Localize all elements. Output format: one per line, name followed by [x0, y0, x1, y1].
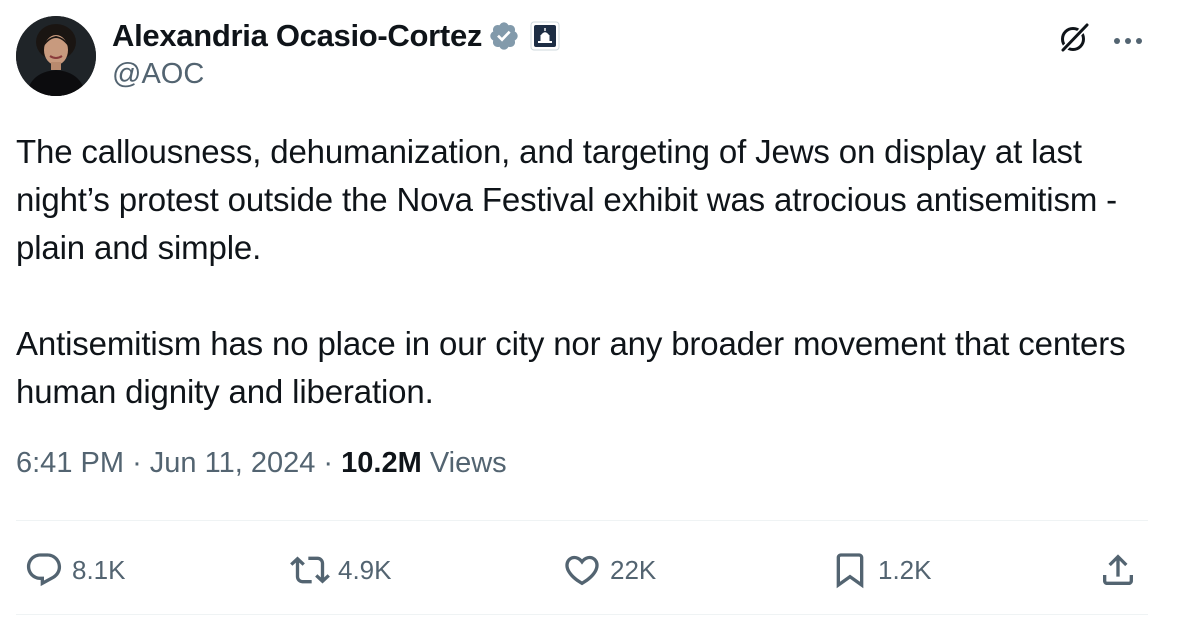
like-button[interactable]: 22K: [562, 548, 656, 592]
grok-icon[interactable]: [1056, 20, 1092, 56]
tweet-date[interactable]: Jun 11, 2024: [150, 447, 316, 479]
verified-badge-icon[interactable]: [488, 20, 520, 52]
tweet-text: The callousness, dehumanization, and tar…: [16, 128, 1156, 416]
author-handle[interactable]: @AOC: [112, 58, 204, 91]
views-count: 10.2M: [341, 447, 422, 479]
bookmark-icon: [836, 553, 864, 589]
share-button[interactable]: [1098, 548, 1138, 592]
capitol-affiliation-icon[interactable]: [530, 21, 560, 51]
author-name-row: Alexandria Ocasio-Cortez: [112, 14, 560, 58]
reply-count: 8.1K: [72, 554, 126, 585]
repost-button[interactable]: 4.9K: [290, 548, 392, 592]
tweet-paragraph: The callousness, dehumanization, and tar…: [16, 133, 1118, 266]
bookmark-button[interactable]: 1.2K: [830, 548, 932, 592]
tweet-time[interactable]: 6:41 PM: [16, 447, 124, 479]
views-label: Views: [429, 447, 507, 479]
reply-button[interactable]: 8.1K: [24, 548, 126, 592]
meta-separator: ·: [323, 447, 334, 479]
bookmark-count: 1.2K: [878, 554, 932, 585]
avatar[interactable]: [16, 16, 96, 96]
share-icon: [1103, 554, 1133, 585]
reply-icon: [26, 553, 62, 587]
author-display-name[interactable]: Alexandria Ocasio-Cortez: [112, 18, 482, 54]
repost-icon: [290, 556, 330, 584]
tweet: Alexandria Ocasio-Cortez @AOC The callou…: [0, 0, 1178, 618]
divider: [16, 614, 1148, 615]
repost-count: 4.9K: [338, 554, 392, 585]
tweet-paragraph: Antisemitism has no place in our city no…: [16, 325, 1126, 410]
like-count: 22K: [610, 554, 657, 585]
more-icon[interactable]: [1112, 33, 1144, 44]
divider: [16, 520, 1148, 521]
tweet-metadata: 6:41 PM · Jun 11, 2024 · 10.2M Views: [16, 447, 507, 480]
meta-separator: ·: [132, 447, 142, 479]
heart-icon: [565, 555, 599, 586]
